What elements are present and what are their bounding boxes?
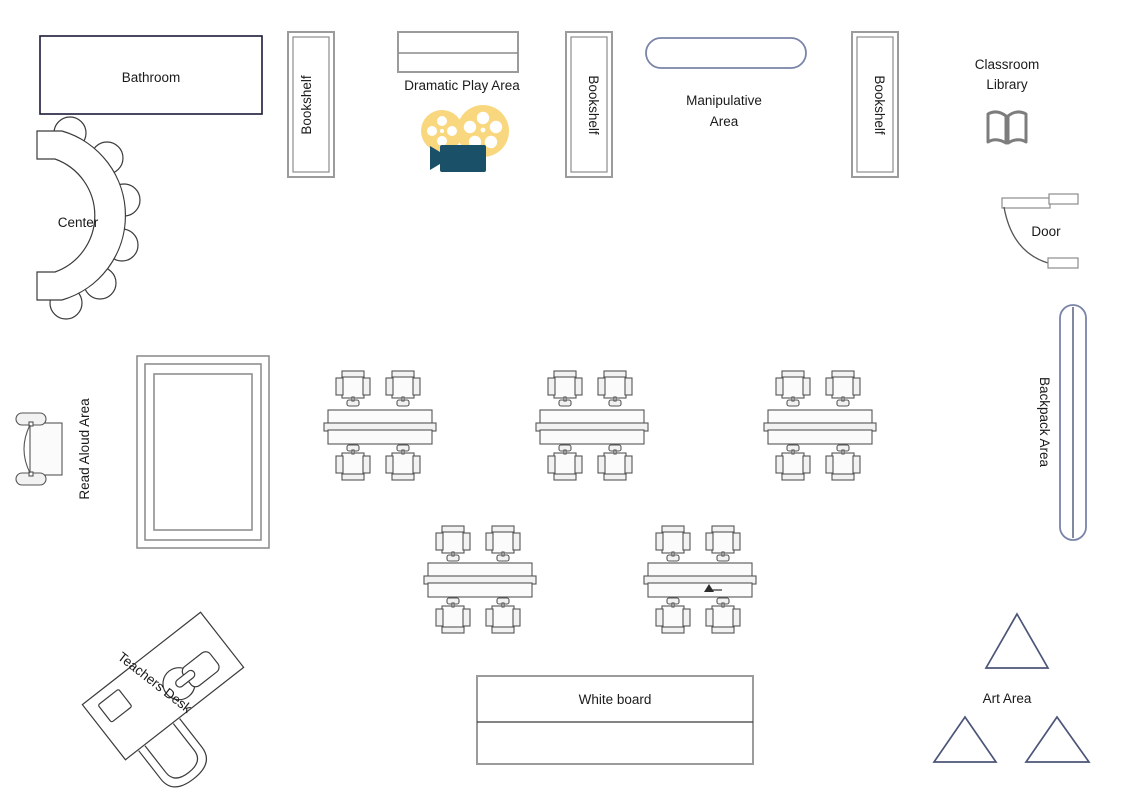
read-aloud-chair	[15, 412, 63, 486]
read-aloud-rug	[136, 355, 270, 549]
center-label: Center	[58, 215, 99, 230]
art-easel-1	[984, 612, 1050, 669]
classroom-floor-plan: Bathroom Center Bookshelf Dramatic Play …	[0, 0, 1122, 794]
desk-cluster-1[interactable]	[323, 370, 437, 481]
floor-plan-canvas: Bathroom Center Bookshelf Dramatic Play …	[15, 31, 1091, 788]
desk-cluster-3[interactable]	[763, 370, 877, 481]
open-book-icon	[986, 110, 1028, 145]
dramatic-play-label: Dramatic Play Area	[404, 78, 520, 93]
film-projector-icon	[421, 105, 509, 172]
art-easel-3	[1024, 715, 1091, 763]
zone-classroom-library[interactable]: Classroom Library	[975, 57, 1040, 145]
zone-bookshelf-mid[interactable]: Bookshelf	[565, 31, 613, 178]
bookshelf-left-label: Bookshelf	[299, 75, 314, 135]
desk-cluster-2[interactable]	[535, 370, 649, 481]
backpack-area-label: Backpack Area	[1037, 377, 1052, 468]
bookshelf-mid-label: Bookshelf	[586, 75, 601, 135]
zone-backpack-area[interactable]: Backpack Area	[1037, 304, 1087, 541]
zone-bookshelf-left[interactable]: Bookshelf	[287, 31, 335, 178]
door-label: Door	[1031, 224, 1061, 239]
white-board-rect	[476, 675, 754, 765]
zone-manipulative-area[interactable]: Manipulative Area	[645, 37, 807, 129]
manipulative-label: Manipulative	[686, 93, 762, 108]
white-board-label: White board	[579, 692, 652, 707]
classroom-library-label: Classroom	[975, 57, 1040, 72]
bookshelf-right-label: Bookshelf	[872, 75, 887, 135]
zone-bathroom[interactable]: Bathroom	[39, 35, 263, 115]
zone-door[interactable]: Door	[1001, 193, 1079, 269]
zone-art-area[interactable]: Art Area	[932, 612, 1091, 763]
zone-center-table[interactable]: Center	[36, 116, 141, 320]
classroom-library-label-2: Library	[986, 77, 1028, 92]
manipulative-rounded-rect	[645, 37, 807, 69]
manipulative-label-2: Area	[710, 114, 739, 129]
read-aloud-label: Read Aloud Area	[77, 398, 92, 500]
zone-read-aloud[interactable]: Read Aloud Area	[15, 355, 270, 549]
zone-dramatic-play[interactable]: Dramatic Play Area	[397, 31, 520, 172]
dramatic-play-rect	[397, 31, 519, 73]
art-area-label: Art Area	[983, 691, 1032, 706]
zone-bookshelf-right[interactable]: Bookshelf	[851, 31, 899, 178]
bathroom-label: Bathroom	[122, 70, 181, 85]
zone-white-board[interactable]: White board	[476, 675, 754, 765]
desk-cluster-5[interactable]	[643, 525, 757, 634]
art-easel-2	[932, 715, 998, 763]
desk-cluster-4[interactable]	[423, 525, 537, 634]
